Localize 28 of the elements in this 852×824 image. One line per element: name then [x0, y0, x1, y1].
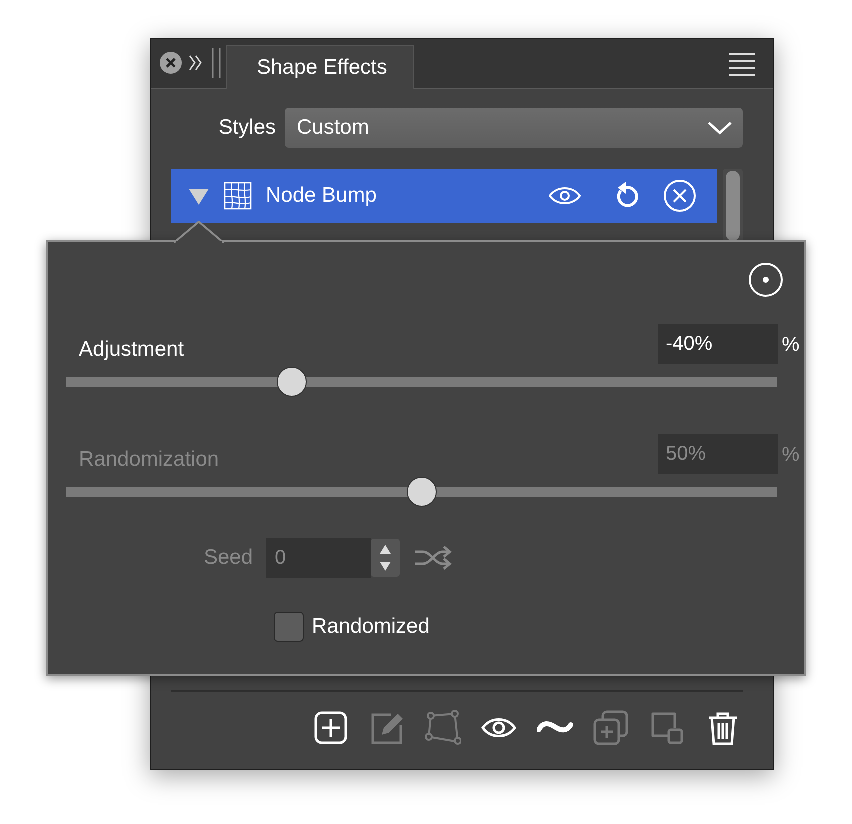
- unit-label: %: [781, 443, 801, 467]
- seed-label: Seed: [204, 546, 252, 570]
- grip-icon[interactable]: [210, 48, 222, 78]
- eye-icon[interactable]: [549, 185, 581, 207]
- warped-grid-icon: [224, 182, 252, 210]
- effect-row[interactable]: Node Bump: [171, 169, 717, 223]
- target-icon[interactable]: [748, 262, 784, 298]
- remove-icon[interactable]: [663, 179, 697, 213]
- chevron-down-icon: [707, 120, 733, 136]
- value-field[interactable]: -40%: [658, 324, 778, 364]
- menu-icon[interactable]: [729, 52, 755, 76]
- shuffle-icon[interactable]: [414, 546, 452, 570]
- unit-label: %: [781, 333, 801, 357]
- checkbox-label: Randomized: [312, 615, 430, 639]
- panel-tab[interactable]: Shape Effects: [226, 45, 414, 89]
- stepper[interactable]: [371, 539, 400, 577]
- slider-label: Adjustment: [79, 338, 186, 363]
- double-chevron-icon[interactable]: [188, 53, 204, 73]
- scrollbar-thumb[interactable]: [726, 171, 740, 241]
- plus-square-icon[interactable]: [313, 710, 349, 746]
- slider-thumb[interactable]: [277, 367, 308, 397]
- slider-label: Randomization: [79, 448, 220, 473]
- styles-dropdown[interactable]: Custom: [285, 108, 743, 148]
- effect-name: Node Bump: [266, 184, 378, 208]
- close-icon[interactable]: [160, 52, 182, 74]
- disclosure-triangle-icon[interactable]: [188, 186, 210, 206]
- checkbox[interactable]: [274, 612, 304, 642]
- styles-label: Styles: [218, 116, 277, 140]
